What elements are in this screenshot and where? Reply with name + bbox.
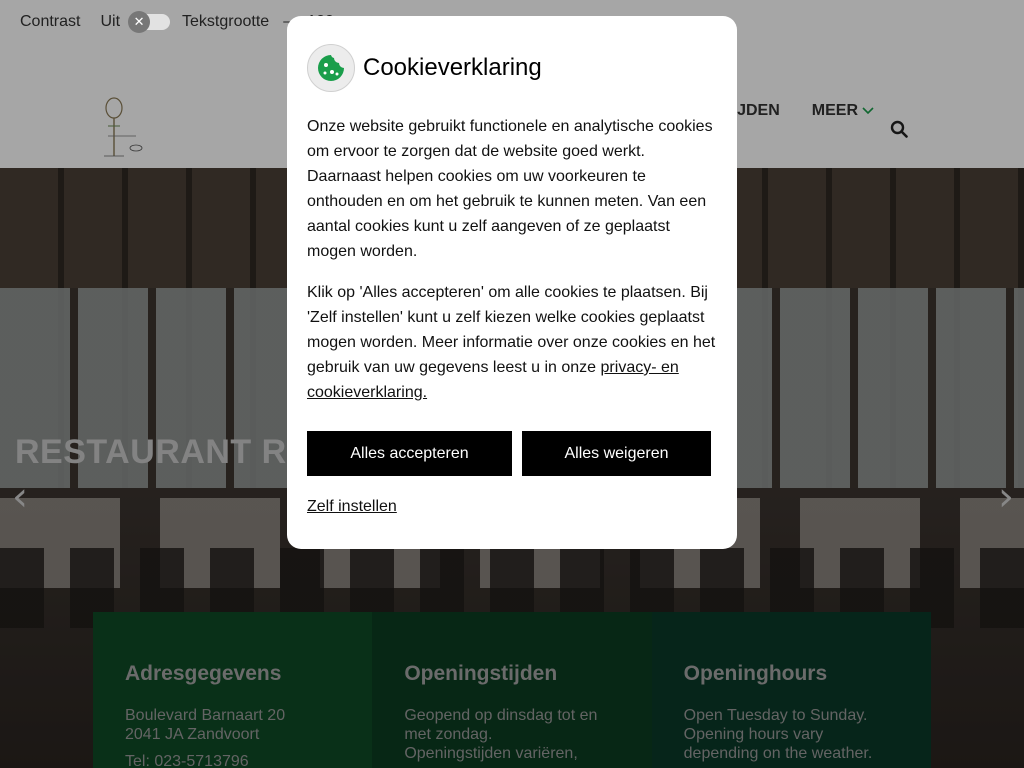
cookie-instructions-text: Klik op 'Alles accepteren' om alle cooki… <box>307 284 716 401</box>
custom-settings-link[interactable]: Zelf instellen <box>307 498 397 516</box>
cookie-dialog: Cookieverklaring Onze website gebruikt f… <box>287 16 737 549</box>
cookie-dialog-title: Cookieverklaring <box>363 54 542 81</box>
reject-all-button[interactable]: Alles weigeren <box>522 431 711 476</box>
accept-all-button[interactable]: Alles accepteren <box>307 431 512 476</box>
cookie-icon <box>307 44 355 92</box>
close-icon: ✕ <box>128 11 151 33</box>
cookie-dialog-header: Cookieverklaring <box>307 44 717 92</box>
cookie-intro-text: Onze website gebruikt functionele en ana… <box>307 118 713 260</box>
cookie-button-row: Alles accepteren Alles weigeren <box>307 431 717 476</box>
